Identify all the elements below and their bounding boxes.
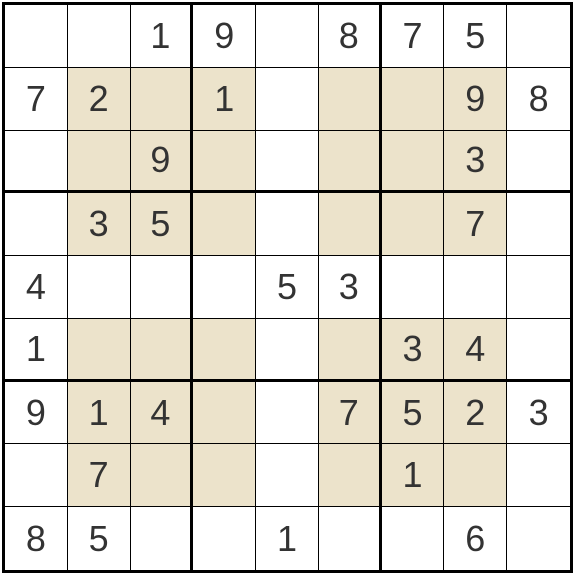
cell-r8-c8[interactable]: [507, 507, 570, 570]
cell-r7-c4[interactable]: [256, 444, 319, 507]
cell-r1-c5[interactable]: [319, 68, 382, 131]
cell-r4-c7[interactable]: [444, 256, 507, 319]
cell-r1-c2[interactable]: [131, 68, 194, 131]
cell-r4-c6[interactable]: [382, 256, 445, 319]
cell-r6-c2[interactable]: 4: [131, 382, 194, 445]
cell-r3-c1[interactable]: 3: [68, 193, 131, 256]
cell-r5-c0[interactable]: 1: [5, 319, 68, 382]
cell-r0-c1[interactable]: [68, 5, 131, 68]
cell-r7-c3[interactable]: [193, 444, 256, 507]
cell-r0-c2[interactable]: 1: [131, 5, 194, 68]
cell-r5-c4[interactable]: [256, 319, 319, 382]
cell-r5-c6[interactable]: 3: [382, 319, 445, 382]
cell-r1-c3[interactable]: 1: [193, 68, 256, 131]
cell-r8-c3[interactable]: [193, 507, 256, 570]
cell-r5-c3[interactable]: [193, 319, 256, 382]
cell-r4-c0[interactable]: 4: [5, 256, 68, 319]
cell-r8-c4[interactable]: 1: [256, 507, 319, 570]
cell-r7-c2[interactable]: [131, 444, 194, 507]
cell-r3-c3[interactable]: [193, 193, 256, 256]
cell-r1-c8[interactable]: 8: [507, 68, 570, 131]
cell-r6-c1[interactable]: 1: [68, 382, 131, 445]
cell-r0-c6[interactable]: 7: [382, 5, 445, 68]
cell-r4-c5[interactable]: 3: [319, 256, 382, 319]
cell-r4-c3[interactable]: [193, 256, 256, 319]
cell-r2-c1[interactable]: [68, 131, 131, 194]
cell-r5-c8[interactable]: [507, 319, 570, 382]
cell-r4-c8[interactable]: [507, 256, 570, 319]
cell-r6-c3[interactable]: [193, 382, 256, 445]
cell-r0-c7[interactable]: 5: [444, 5, 507, 68]
cell-r6-c6[interactable]: 5: [382, 382, 445, 445]
cell-r1-c4[interactable]: [256, 68, 319, 131]
cell-r3-c5[interactable]: [319, 193, 382, 256]
cell-r3-c8[interactable]: [507, 193, 570, 256]
cell-r7-c1[interactable]: 7: [68, 444, 131, 507]
cell-r3-c4[interactable]: [256, 193, 319, 256]
sudoku-board: 1987572198933574531349147523718516: [2, 2, 573, 573]
cell-r8-c2[interactable]: [131, 507, 194, 570]
cell-r2-c8[interactable]: [507, 131, 570, 194]
cell-r7-c8[interactable]: [507, 444, 570, 507]
cell-r5-c7[interactable]: 4: [444, 319, 507, 382]
cell-r2-c0[interactable]: [5, 131, 68, 194]
cell-r6-c4[interactable]: [256, 382, 319, 445]
cell-r5-c2[interactable]: [131, 319, 194, 382]
cell-r6-c7[interactable]: 2: [444, 382, 507, 445]
cell-r0-c5[interactable]: 8: [319, 5, 382, 68]
cell-r2-c7[interactable]: 3: [444, 131, 507, 194]
cell-r2-c6[interactable]: [382, 131, 445, 194]
cell-r4-c4[interactable]: 5: [256, 256, 319, 319]
cell-r4-c2[interactable]: [131, 256, 194, 319]
cell-r3-c7[interactable]: 7: [444, 193, 507, 256]
cell-r2-c2[interactable]: 9: [131, 131, 194, 194]
cell-r7-c5[interactable]: [319, 444, 382, 507]
cell-r2-c3[interactable]: [193, 131, 256, 194]
cell-r1-c7[interactable]: 9: [444, 68, 507, 131]
cell-r8-c0[interactable]: 8: [5, 507, 68, 570]
cell-r8-c5[interactable]: [319, 507, 382, 570]
cell-r5-c1[interactable]: [68, 319, 131, 382]
cell-r6-c8[interactable]: 3: [507, 382, 570, 445]
cell-r3-c0[interactable]: [5, 193, 68, 256]
cell-r6-c0[interactable]: 9: [5, 382, 68, 445]
cell-r0-c4[interactable]: [256, 5, 319, 68]
cell-r1-c6[interactable]: [382, 68, 445, 131]
cell-r0-c8[interactable]: [507, 5, 570, 68]
cell-r7-c0[interactable]: [5, 444, 68, 507]
cell-r5-c5[interactable]: [319, 319, 382, 382]
cell-r4-c1[interactable]: [68, 256, 131, 319]
cell-r0-c3[interactable]: 9: [193, 5, 256, 68]
cell-r8-c1[interactable]: 5: [68, 507, 131, 570]
cell-r1-c1[interactable]: 2: [68, 68, 131, 131]
cell-r8-c7[interactable]: 6: [444, 507, 507, 570]
cell-r6-c5[interactable]: 7: [319, 382, 382, 445]
cell-r8-c6[interactable]: [382, 507, 445, 570]
cell-r2-c4[interactable]: [256, 131, 319, 194]
cell-r3-c2[interactable]: 5: [131, 193, 194, 256]
cell-r1-c0[interactable]: 7: [5, 68, 68, 131]
cell-r0-c0[interactable]: [5, 5, 68, 68]
cell-r2-c5[interactable]: [319, 131, 382, 194]
cell-r7-c6[interactable]: 1: [382, 444, 445, 507]
cell-r3-c6[interactable]: [382, 193, 445, 256]
cell-r7-c7[interactable]: [444, 444, 507, 507]
